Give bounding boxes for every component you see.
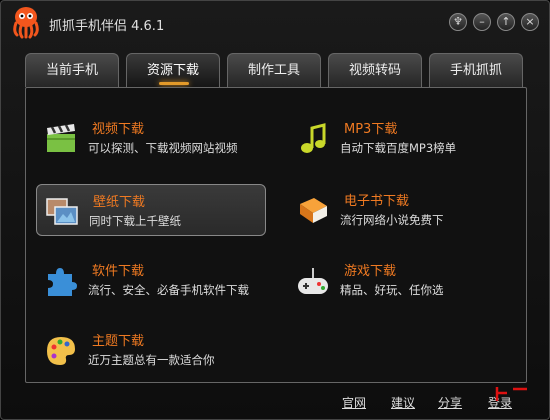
minimize-button[interactable]: –	[473, 13, 491, 31]
mp3-download-item[interactable]: MP3下载 自动下载百度MP3榜单	[288, 112, 518, 164]
octopus-logo-icon	[13, 7, 39, 39]
main-tabs: 当前手机 资源下载 制作工具 视频转码 手机抓抓	[1, 51, 549, 87]
item-title: 主题下载	[92, 334, 145, 349]
book-icon	[300, 198, 327, 223]
item-desc: 同时下载上千壁纸	[89, 214, 181, 228]
title-bar[interactable]: 抓抓手机伴侣 4.6.1 ♆ – ↑ ×	[1, 1, 549, 47]
item-title: 视频下载	[92, 122, 145, 137]
item-title: MP3下载	[344, 122, 398, 137]
game-download-item[interactable]: 游戏下载 精品、好玩、任你选	[288, 254, 518, 306]
wallpaper-download-item[interactable]: 壁纸下载 同时下载上千壁纸	[36, 184, 266, 236]
item-desc: 自动下载百度MP3榜单	[340, 141, 457, 155]
item-title: 壁纸下载	[93, 195, 146, 210]
download-panel: 视频下载 可以探测、下载视频网站视频 MP3下载 自动下载百度MP3榜单 壁纸下…	[25, 87, 527, 383]
theme-download-item[interactable]: 主题下载 近万主题总有一款适合你	[36, 324, 266, 376]
tab-current-phone[interactable]: 当前手机	[25, 53, 119, 87]
item-desc: 精品、好玩、任你选	[340, 283, 444, 297]
feedback-link[interactable]: 建议	[391, 394, 415, 411]
item-desc: 可以探测、下载视频网站视频	[88, 141, 238, 155]
gamepad-icon	[298, 268, 328, 294]
item-desc: 流行、安全、必备手机软件下载	[88, 283, 249, 297]
palette-icon	[47, 337, 75, 365]
item-title: 软件下载	[92, 264, 145, 279]
item-desc: 近万主题总有一款适合你	[88, 353, 215, 367]
tab-phone-capture[interactable]: 手机抓抓	[429, 53, 523, 87]
share-link[interactable]: 分享	[438, 394, 462, 411]
official-site-link[interactable]: 官网	[342, 394, 366, 411]
resize-handle-icon[interactable]	[495, 383, 529, 403]
wallpaper-icon	[46, 198, 78, 225]
ebook-download-item[interactable]: 电子书下载 流行网络小说免费下	[288, 184, 518, 236]
item-title: 游戏下载	[344, 264, 397, 279]
puzzle-icon	[48, 268, 77, 296]
clapperboard-icon	[47, 124, 75, 152]
tab-video-transcode[interactable]: 视频转码	[328, 53, 422, 87]
window-title: 抓抓手机伴侣 4.6.1	[49, 19, 165, 34]
music-note-icon	[301, 123, 326, 153]
software-download-item[interactable]: 软件下载 流行、安全、必备手机软件下载	[36, 254, 266, 306]
tab-tools[interactable]: 制作工具	[227, 53, 321, 87]
app-window: 抓抓手机伴侣 4.6.1 ♆ – ↑ × 当前手机 资源下载 制作工具 视频转码…	[0, 0, 550, 420]
close-button[interactable]: ×	[521, 13, 539, 31]
item-title: 电子书下载	[344, 194, 410, 209]
video-download-item[interactable]: 视频下载 可以探测、下载视频网站视频	[36, 112, 266, 164]
item-desc: 流行网络小说免费下	[340, 213, 444, 227]
skin-button[interactable]: ♆	[449, 13, 467, 31]
tab-resource-download[interactable]: 资源下载	[126, 53, 220, 87]
menu-button[interactable]: ↑	[497, 13, 515, 31]
